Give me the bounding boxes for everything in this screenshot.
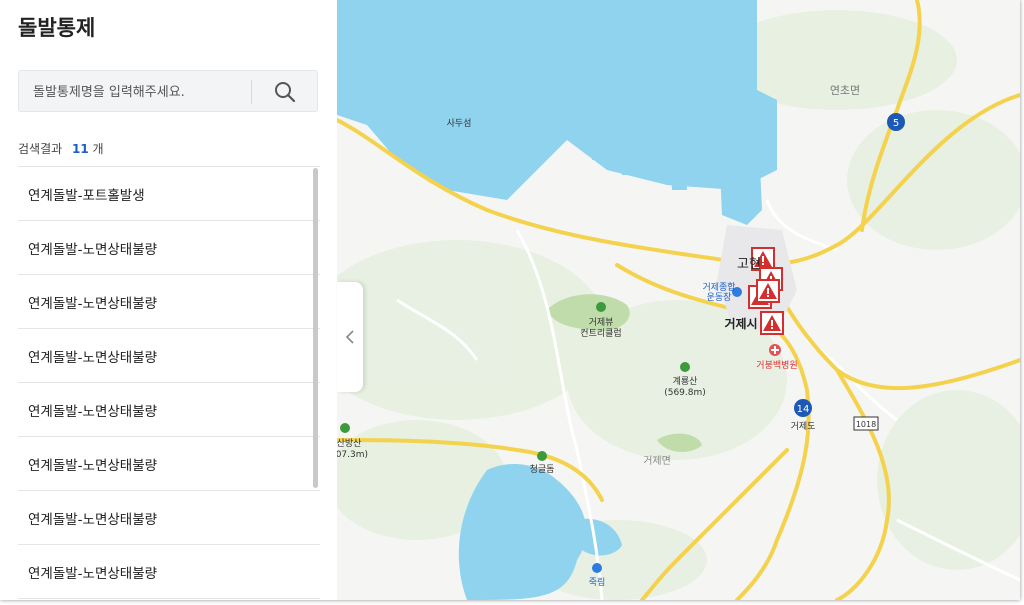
- map-view[interactable]: 5 14 1018 사두섬 연초면 고현 거제종합 운동장 거제시 거붕백병원 …: [337, 0, 1020, 600]
- label-sanbangsan-2: 507.3m): [337, 450, 368, 460]
- list-item[interactable]: 연계돌발-노면상태불량: [18, 545, 320, 599]
- result-label: 검색결과: [18, 142, 63, 156]
- list-item[interactable]: 연계돌발-노면상태불량: [18, 275, 320, 329]
- list-item[interactable]: 연계돌발-포트홀발생: [18, 167, 320, 221]
- route-badge-14: 14: [794, 399, 812, 417]
- urban-area: [717, 225, 797, 330]
- list-item[interactable]: 연계돌발-노면상태불량: [18, 491, 320, 545]
- map-canvas[interactable]: 5 14 1018 사두섬 연초면 고현 거제종합 운동장 거제시 거붕백병원 …: [337, 0, 1020, 600]
- label-gyeryongsan-2: (569.8m): [664, 388, 706, 398]
- label-geojedo: 거제도: [791, 421, 816, 432]
- result-unit: 개: [92, 142, 104, 156]
- route-label: 14: [797, 404, 810, 415]
- label-gyeryongsan-1: 계룡산: [673, 375, 698, 387]
- label-geojesi: 거제시: [724, 316, 757, 331]
- result-number: 11: [72, 142, 89, 156]
- label-cheonggok: 청글돔: [530, 464, 555, 475]
- list-item[interactable]: 연계돌발-노면상태불량: [18, 329, 320, 383]
- sidebar: 돌발통제 검색결과 11 개 연계돌발-포트홀발생 연계돌발-노면상태불량 연계…: [0, 0, 337, 600]
- list-item[interactable]: 연계돌발-노면상태불량: [18, 437, 320, 491]
- label-country-club-1: 거제뷰: [589, 317, 614, 328]
- page-title: 돌발통제: [18, 16, 96, 40]
- incident-list: 연계돌발-포트홀발생 연계돌발-노면상태불량 연계돌발-노면상태불량 연계돌발-…: [18, 166, 320, 600]
- list-scrollbar[interactable]: [313, 168, 318, 488]
- route-label: 5: [893, 118, 899, 129]
- label-country-club-2: 컨트리클럽: [580, 328, 621, 339]
- label-sanbangsan-1: 산방산: [337, 438, 361, 449]
- hospital-icon: [769, 344, 781, 356]
- chevron-left-icon: [345, 330, 354, 344]
- result-count: 검색결과 11 개: [18, 140, 104, 157]
- list-item[interactable]: 연계돌발-노면상태불량: [18, 221, 320, 275]
- list-item[interactable]: 연계돌발-노면상태불량: [18, 383, 320, 437]
- label-sadudo: 사두섬: [447, 118, 472, 129]
- route-badge-5: 5: [887, 113, 905, 131]
- label-jukrim: 죽림: [589, 576, 606, 588]
- search-icon: [275, 82, 296, 103]
- label-hospital: 거붕백병원: [756, 360, 797, 371]
- search-input[interactable]: [31, 79, 255, 105]
- label-yeonchomyeon: 연초면: [830, 84, 860, 97]
- warning-icon[interactable]: [756, 279, 780, 303]
- collapse-panel-button[interactable]: [337, 282, 363, 392]
- app-window: 돌발통제 검색결과 11 개 연계돌발-포트홀발생 연계돌발-노면상태불량 연계…: [0, 0, 1020, 600]
- route-badge-1018: 1018: [853, 416, 879, 431]
- label-gohyeon: 고현: [737, 257, 761, 272]
- label-stadium-1: 거제종합: [702, 282, 735, 293]
- label-stadium-2: 운동장: [707, 292, 732, 303]
- label-geojemyeon: 거제면: [643, 455, 671, 467]
- warning-icon[interactable]: [760, 311, 784, 335]
- route-label: 1018: [856, 420, 876, 429]
- search-box: [18, 70, 318, 112]
- search-button[interactable]: [269, 77, 301, 107]
- search-divider: [251, 80, 252, 104]
